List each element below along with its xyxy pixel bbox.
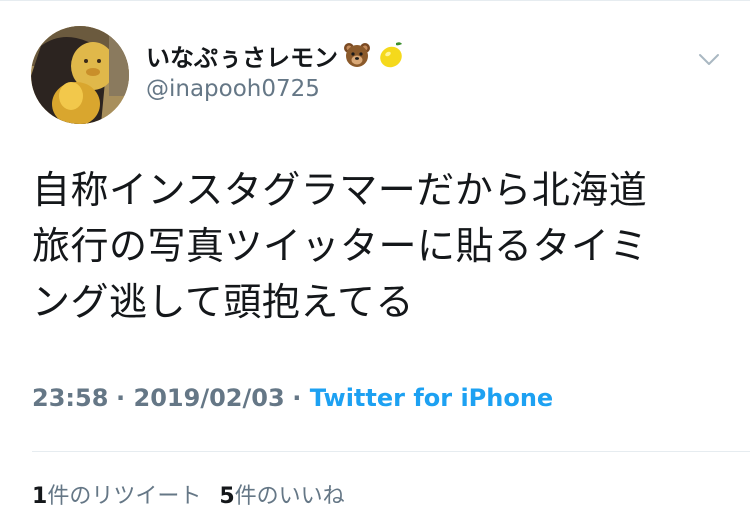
tweet-text-line: 自称インスタグラマーだから北海道 (32, 168, 648, 212)
retweets-label: 件のリツイート (47, 484, 202, 509)
display-name-row[interactable]: いなぷぅさレモン (146, 36, 406, 74)
retweets-stat[interactable]: 1件のリツイート (32, 484, 201, 509)
user-handle[interactable]: @inapooh0725 (146, 76, 406, 102)
tweet-time[interactable]: 23:58 (32, 384, 108, 412)
display-name[interactable]: いなぷぅさレモン (146, 38, 338, 73)
tweet-date[interactable]: 2019/02/03 (134, 384, 285, 412)
tweet-source-link[interactable]: Twitter for iPhone (310, 384, 553, 412)
meta-separator: · (116, 384, 134, 412)
tweet-text-line: ング逃して頭抱えてる (32, 280, 414, 324)
lemon-icon (380, 42, 402, 68)
tweet-stats: 1件のリツイート 5件のいいね (32, 478, 345, 510)
avatar[interactable] (31, 26, 129, 124)
avatar-image (31, 26, 129, 124)
tweet-text: 自称インスタグラマーだから北海道 旅行の写真ツイッターに貼るタイミ ング逃して頭… (32, 162, 722, 330)
chevron-down-icon[interactable] (697, 52, 721, 68)
likes-stat[interactable]: 5件のいいね (219, 484, 344, 509)
tweet-text-line: 旅行の写真ツイッターに貼るタイミ (32, 224, 649, 268)
bear-face-icon (344, 43, 370, 67)
meta-separator: · (292, 384, 310, 412)
likes-count: 5 (219, 484, 235, 509)
top-divider (0, 0, 750, 1)
tweet-detail: いなぷぅさレモン @inapooh0725 自称インスタグラマーだから北海道 旅… (0, 0, 750, 521)
user-header: いなぷぅさレモン @inapooh0725 (146, 36, 406, 102)
stats-divider (32, 451, 750, 452)
tweet-meta: 23:58 · 2019/02/03 · Twitter for iPhone (32, 384, 553, 412)
likes-label: 件のいいね (234, 484, 345, 509)
retweets-count: 1 (32, 484, 48, 509)
